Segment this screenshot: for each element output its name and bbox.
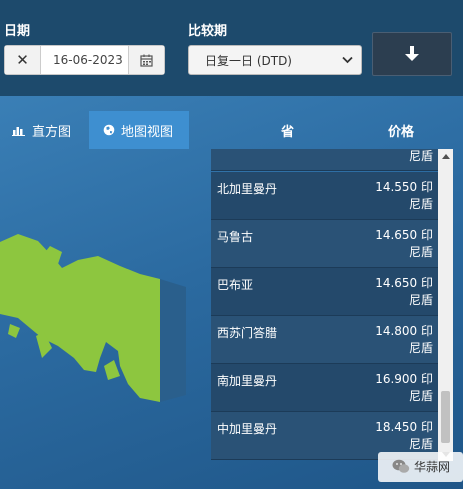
price-cell: 14.800 印尼盾	[375, 324, 433, 355]
compare-label: 比较期	[188, 24, 228, 39]
table-row[interactable]: 北加里曼丹 14.550 印尼盾	[211, 172, 438, 220]
province-cell: 马鲁古	[217, 230, 254, 244]
tab-histogram-label: 直方图	[32, 124, 72, 140]
bar-chart-icon	[12, 127, 25, 136]
watermark: 华蒜网	[392, 458, 450, 475]
price-table: 尼盾 北加里曼丹 14.550 印尼盾 马鲁古 14.650 印尼盾 巴布亚 1…	[211, 149, 438, 461]
province-cell: 南加里曼丹	[217, 374, 278, 388]
province-cell: 北加里曼丹	[217, 182, 278, 196]
download-button[interactable]	[372, 32, 452, 76]
price-cell: 18.450 印尼盾	[375, 420, 433, 451]
table-row[interactable]: 巴布亚 14.650 印尼盾	[211, 268, 438, 316]
table-row[interactable]: 尼盾	[211, 149, 438, 171]
price-cell: 14.550 印尼盾	[375, 180, 433, 211]
table-scrollbar[interactable]	[438, 149, 453, 461]
date-label: 日期	[4, 24, 31, 39]
wechat-icon	[392, 459, 410, 473]
price-cell: 14.650 印尼盾	[375, 228, 433, 259]
map-region-papua	[0, 234, 160, 402]
table-row[interactable]: 西苏门答腊 14.800 印尼盾	[211, 316, 438, 364]
price-cell: 16.900 印尼盾	[375, 372, 433, 403]
price-cell: 14.650 印尼盾	[375, 276, 433, 307]
province-cell: 中加里曼丹	[217, 422, 278, 436]
globe-icon	[103, 124, 115, 136]
province-cell: 西苏门答腊	[217, 326, 278, 340]
compare-period-value: 日复一日 (DTD)	[205, 53, 292, 68]
calendar-icon	[140, 54, 153, 67]
table-row[interactable]: 马鲁古 14.650 印尼盾	[211, 220, 438, 268]
province-cell: 巴布亚	[217, 278, 254, 292]
tab-map-view-label: 地图视图	[121, 124, 174, 140]
chevron-down-icon	[342, 56, 353, 64]
tab-map-view[interactable]: 地图视图	[89, 111, 189, 149]
watermark-text: 华蒜网	[414, 460, 451, 474]
map-region-island-3	[104, 360, 120, 380]
date-picker[interactable]: ✕ 16-06-2023	[4, 45, 165, 75]
price-cell: 尼盾	[408, 149, 433, 163]
map-region-island-4	[8, 324, 20, 338]
column-header-price[interactable]: 价格	[388, 121, 414, 140]
calendar-button[interactable]	[128, 46, 164, 74]
date-input[interactable]: 16-06-2023	[41, 46, 128, 74]
compare-period-select[interactable]: 日复一日 (DTD)	[188, 45, 362, 75]
table-row[interactable]: 南加里曼丹 16.900 印尼盾	[211, 364, 438, 412]
arrow-down-icon	[405, 46, 419, 61]
scroll-thumb[interactable]	[441, 391, 450, 443]
clear-date-button[interactable]: ✕	[5, 46, 41, 74]
map-region-shadow	[160, 279, 186, 402]
column-header-province[interactable]: 省	[281, 121, 294, 140]
close-icon: ✕	[16, 51, 29, 69]
scroll-up-button[interactable]	[438, 149, 453, 163]
tab-histogram[interactable]: 直方图	[0, 111, 88, 149]
triangle-up-icon	[441, 153, 450, 159]
